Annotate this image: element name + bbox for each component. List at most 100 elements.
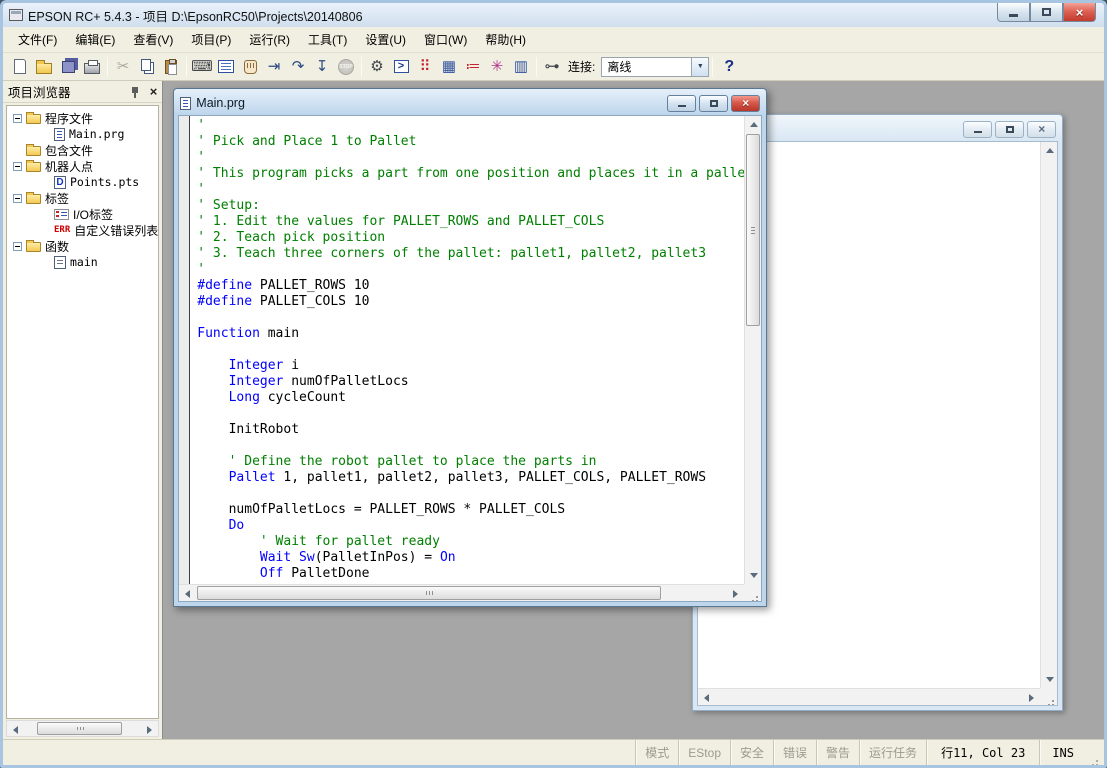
code-segment: ' 3. Teach three corners of the pallet: … — [197, 246, 706, 261]
scroll-up-icon[interactable] — [1041, 142, 1058, 159]
statusbar-resize-grip[interactable] — [1086, 740, 1100, 765]
toolbar-separator — [361, 57, 362, 77]
stop-button[interactable]: STOP — [334, 55, 358, 79]
maximize-icon — [1042, 8, 1051, 16]
resize-grip[interactable] — [1040, 688, 1057, 705]
scroll-right-icon[interactable] — [727, 585, 744, 602]
connection-combobox[interactable]: 离线 ▼ — [601, 57, 709, 77]
print-button[interactable] — [80, 55, 104, 79]
task-manager-button[interactable]: ▦ — [437, 55, 461, 79]
code-segment: (PalletInPos) = — [315, 550, 440, 565]
copy-button[interactable] — [135, 55, 159, 79]
tree-expander-icon[interactable] — [13, 242, 22, 251]
code-segment: ' — [197, 118, 205, 133]
menu-item[interactable]: 工具(T) — [299, 28, 356, 51]
menu-item[interactable]: 查看(V) — [124, 28, 182, 51]
menu-item[interactable]: 设置(U) — [356, 28, 415, 51]
io-monitor-button[interactable]: ⠿ — [413, 55, 437, 79]
connect-plug-button[interactable]: ⊶ — [540, 55, 564, 79]
save-all-button[interactable] — [56, 55, 80, 79]
maximize-button[interactable] — [995, 121, 1024, 138]
horizontal-scrollbar[interactable] — [179, 584, 744, 601]
scrollbar-thumb[interactable] — [746, 134, 760, 326]
pause-hand-button[interactable] — [238, 55, 262, 79]
tree-item[interactable]: 程序文件 — [11, 110, 158, 126]
tree-expander-icon[interactable] — [13, 162, 22, 171]
menu-item[interactable]: 帮助(H) — [476, 28, 535, 51]
keyboard-button[interactable]: ⌨ — [190, 55, 214, 79]
step-into-button[interactable]: ⇥ — [262, 55, 286, 79]
resize-grip[interactable] — [744, 584, 761, 601]
scroll-up-icon[interactable] — [745, 116, 762, 133]
scroll-right-icon[interactable] — [141, 721, 158, 738]
panel-close-icon[interactable]: × — [150, 85, 158, 98]
robot-manager-button[interactable]: ⚙ — [365, 55, 389, 79]
maximize-button[interactable] — [699, 95, 728, 112]
menu-item[interactable]: 运行(R) — [240, 28, 299, 51]
tree-item[interactable]: 包含文件 — [11, 142, 158, 158]
tree-item[interactable]: 函数 — [11, 238, 158, 254]
menu-item[interactable]: 窗口(W) — [415, 28, 476, 51]
scroll-left-icon[interactable] — [7, 721, 24, 738]
folder-icon — [26, 114, 41, 124]
close-button[interactable]: × — [731, 95, 760, 112]
scroll-left-icon[interactable] — [179, 585, 196, 602]
scrollbar-thumb[interactable] — [37, 722, 122, 735]
minimize-button[interactable] — [963, 121, 992, 138]
help-button[interactable]: ? — [716, 58, 742, 76]
vertical-scrollbar[interactable] — [744, 116, 761, 584]
tree-item[interactable]: 机器人点 — [11, 158, 158, 174]
code-line: ' This program picks a part from one pos… — [197, 166, 744, 182]
tree-item[interactable]: ERR自定义错误列表 — [11, 222, 158, 238]
simulator-button[interactable]: ✳ — [485, 55, 509, 79]
editor-margin[interactable] — [179, 116, 190, 584]
editor-titlebar[interactable]: Main.prg × — [178, 93, 762, 115]
scrollbar-thumb[interactable] — [197, 586, 660, 600]
menu-item[interactable]: 文件(F) — [9, 28, 66, 51]
vertical-scrollbar[interactable] — [1040, 142, 1057, 688]
menu-item[interactable]: 项目(P) — [182, 28, 240, 51]
tree-item[interactable]: 标签 — [11, 190, 158, 206]
run-window-button[interactable]: > — [389, 55, 413, 79]
close-button[interactable]: × — [1027, 121, 1056, 138]
tree-item[interactable]: I/O标签 — [11, 206, 158, 222]
code-segment: Pallet — [229, 470, 276, 485]
scroll-down-icon[interactable] — [745, 567, 762, 584]
close-button[interactable]: × — [1063, 3, 1096, 22]
sidebar-horizontal-scrollbar[interactable] — [6, 720, 159, 737]
new-file-button[interactable] — [8, 55, 32, 79]
toolbar-separator — [107, 57, 108, 77]
code-line: Integer i — [197, 358, 744, 374]
step-over-button[interactable]: ↷ — [286, 55, 310, 79]
editor-window[interactable]: Main.prg × '' Pick and Place 1 to Pallet… — [173, 88, 767, 607]
tree-expander-icon[interactable] — [13, 114, 22, 123]
menu-item[interactable]: 编辑(E) — [66, 28, 124, 51]
code-segment — [291, 550, 299, 565]
status-flag: 安全 — [730, 740, 773, 765]
tree-item[interactable]: main — [11, 254, 158, 270]
maximize-button[interactable] — [1030, 3, 1063, 22]
command-window-icon: ≔ — [466, 59, 481, 74]
pin-icon[interactable] — [130, 86, 140, 98]
minimize-button[interactable] — [997, 3, 1030, 22]
tree-item[interactable]: Main.prg — [11, 126, 158, 142]
horizontal-scrollbar[interactable] — [698, 688, 1040, 705]
scroll-right-icon[interactable] — [1023, 689, 1040, 706]
paste-button[interactable] — [159, 55, 183, 79]
vision-panel-button[interactable]: ▥ — [509, 55, 533, 79]
step-out-button[interactable]: ↧ — [310, 55, 334, 79]
chevron-down-icon[interactable]: ▼ — [691, 58, 708, 76]
tree-item-label: Main.prg — [69, 127, 124, 141]
code-line — [197, 486, 744, 502]
tree-expander-icon[interactable] — [13, 194, 22, 203]
code-segment — [197, 550, 260, 565]
control-panel-button[interactable] — [214, 55, 238, 79]
code-editor[interactable]: '' Pick and Place 1 to Pallet'' This pro… — [191, 116, 744, 584]
open-project-button[interactable] — [32, 55, 56, 79]
cut-button[interactable]: ✂ — [111, 55, 135, 79]
tree-item[interactable]: DPoints.pts — [11, 174, 158, 190]
command-window-button[interactable]: ≔ — [461, 55, 485, 79]
minimize-button[interactable] — [667, 95, 696, 112]
scroll-down-icon[interactable] — [1041, 671, 1058, 688]
scroll-left-icon[interactable] — [698, 689, 715, 706]
